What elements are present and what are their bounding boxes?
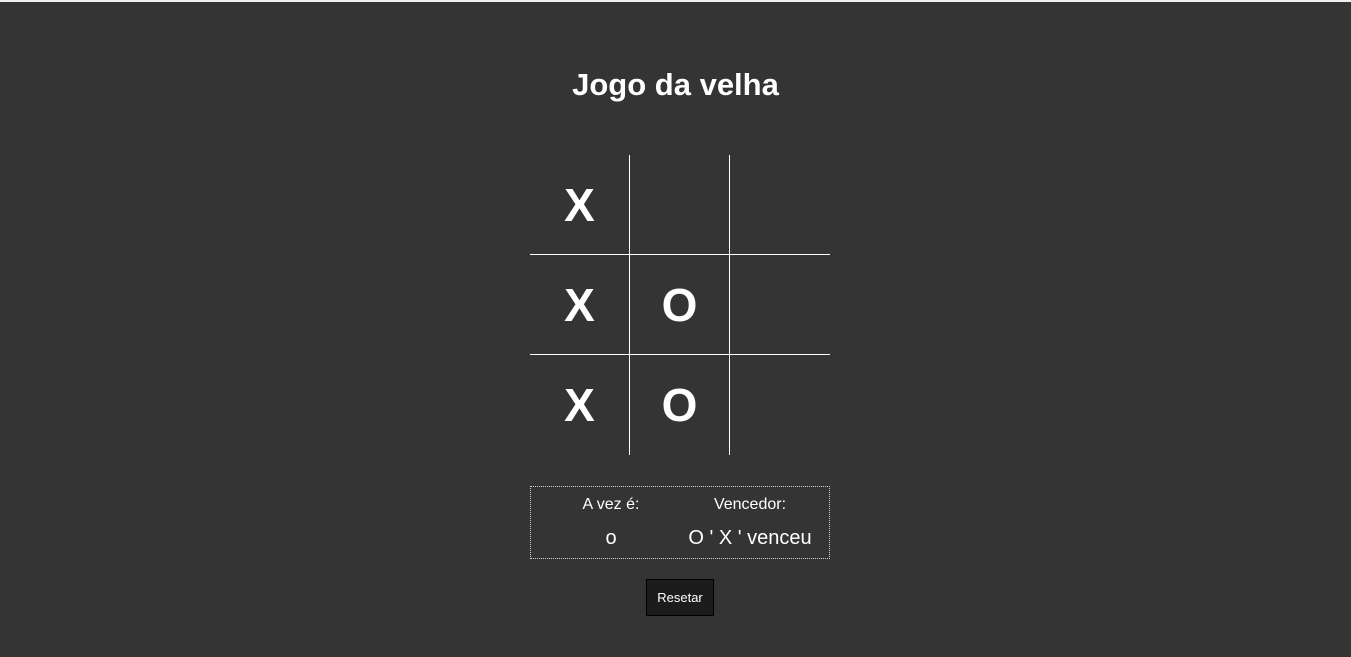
board-cell-3[interactable] — [730, 155, 830, 255]
board-cell-9[interactable] — [730, 355, 830, 455]
winner-label: Vencedor: — [713, 496, 787, 513]
page-title: Jogo da velha — [572, 67, 779, 102]
winner-indicator: Vencedor: O ' X ' venceu — [676, 487, 824, 549]
board-cell-7[interactable]: X — [530, 355, 630, 455]
board-cell-8[interactable]: O — [630, 355, 730, 455]
board-cell-1[interactable]: X — [530, 155, 630, 255]
winner-value: O ' X ' venceu — [688, 527, 812, 549]
status-panel: A vez é: o Vencedor: O ' X ' venceu — [530, 486, 830, 559]
board-cell-4[interactable]: X — [530, 255, 630, 355]
game-board: X X O X O — [530, 155, 830, 455]
turn-value: o — [605, 527, 617, 549]
board-cell-6[interactable] — [730, 255, 830, 355]
turn-label: A vez é: — [582, 496, 640, 513]
board-cell-5[interactable]: O — [630, 255, 730, 355]
turn-indicator: A vez é: o — [571, 487, 651, 549]
reset-button[interactable]: Resetar — [646, 579, 714, 616]
board-cell-2[interactable] — [630, 155, 730, 255]
